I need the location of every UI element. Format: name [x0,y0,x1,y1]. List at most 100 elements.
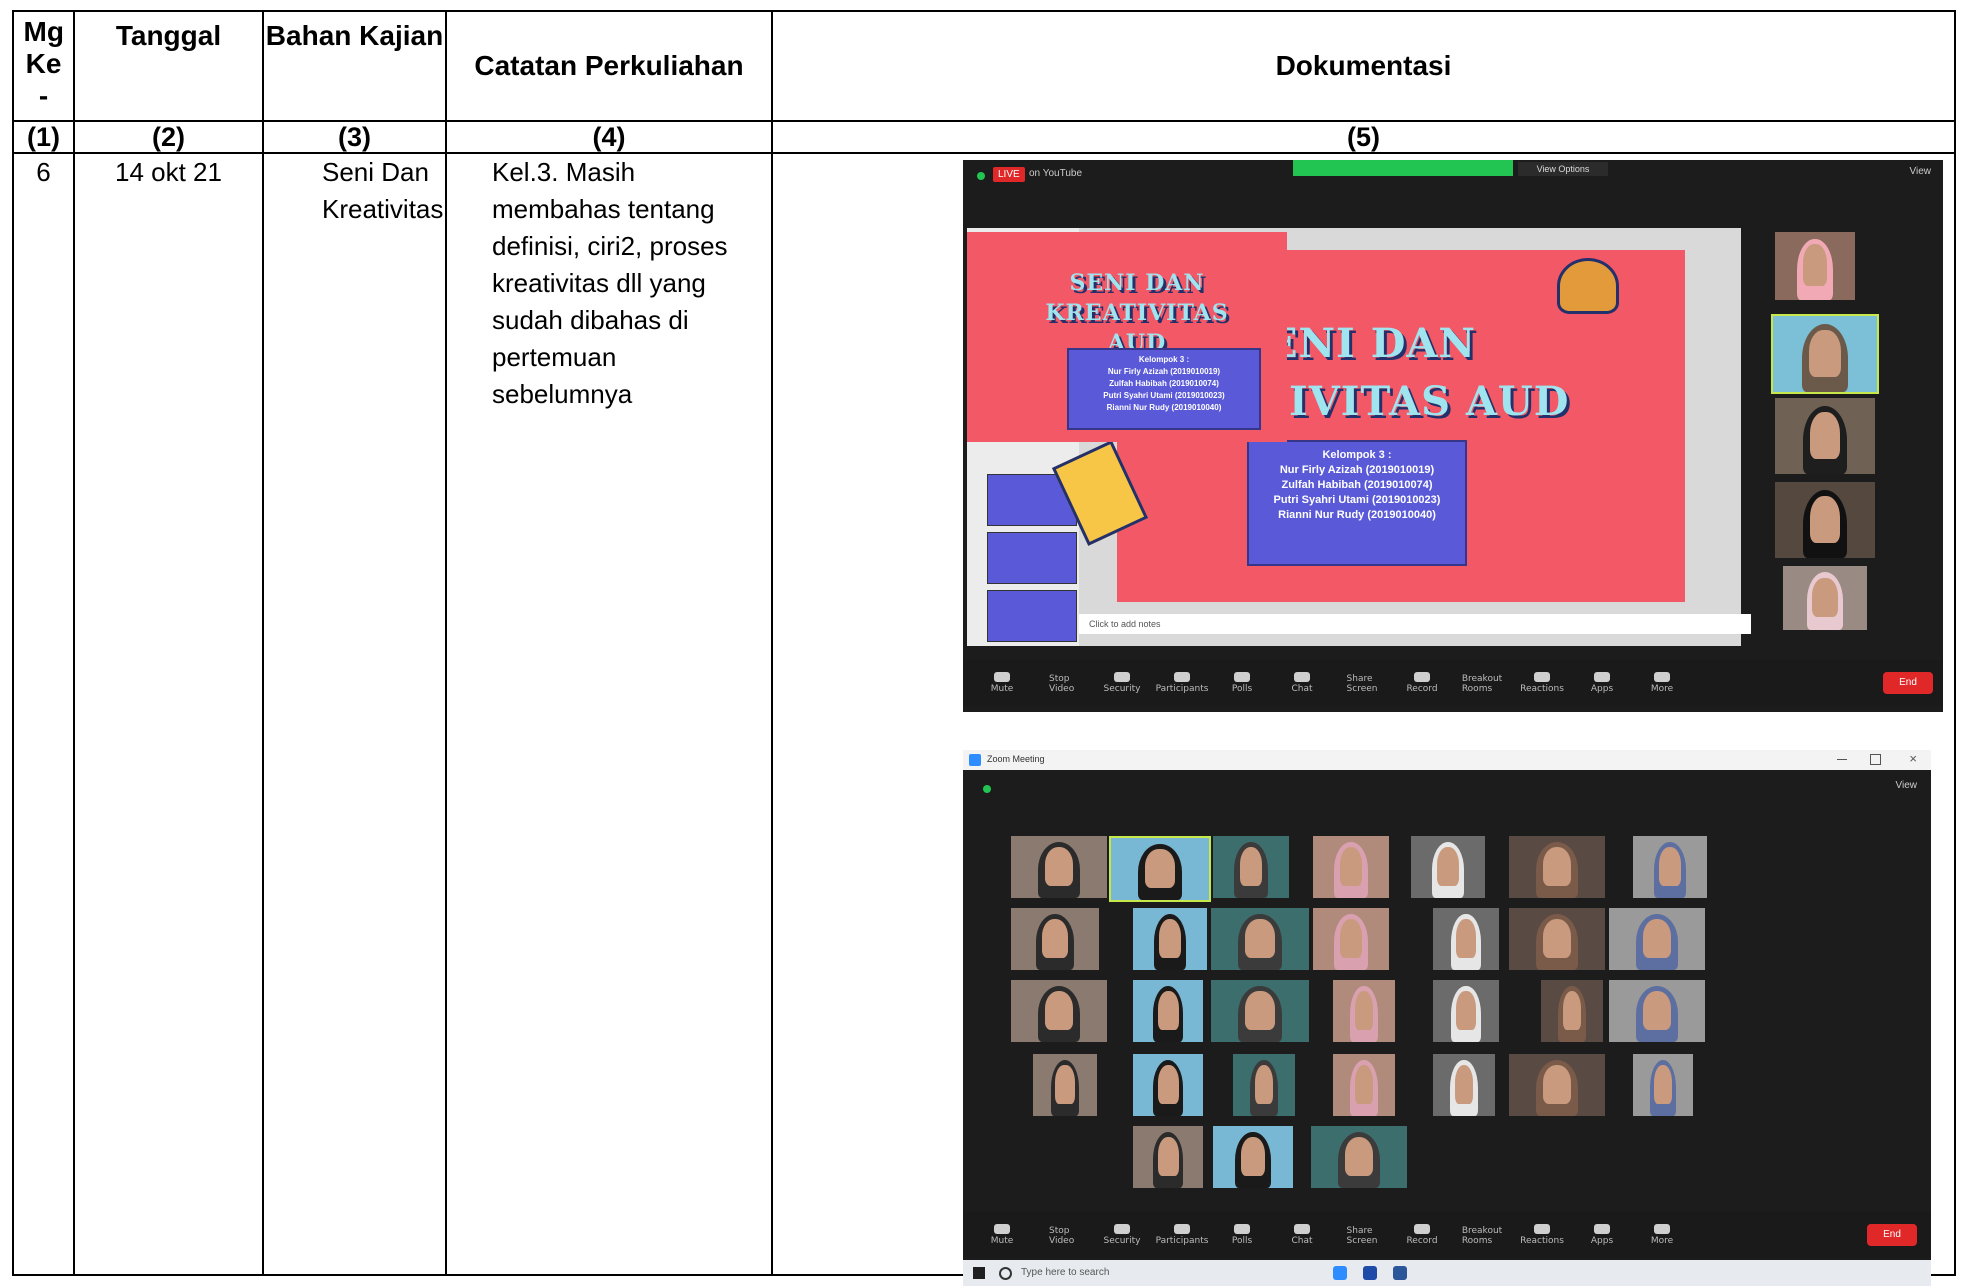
participant-tile[interactable] [1771,314,1879,394]
participant-tile[interactable] [1311,1126,1407,1188]
reactions-button[interactable]: Reactions [1520,672,1564,694]
shield-icon [1114,1224,1130,1234]
stop-video-button[interactable]: Stop Video [1049,1224,1075,1246]
participant-tile[interactable] [1509,836,1605,898]
stop-video-button[interactable]: Stop Video [1049,672,1075,694]
view-options-button[interactable]: View Options [1518,162,1608,176]
participant-tile[interactable] [1011,908,1099,970]
participant-face [1239,847,1263,886]
more-button[interactable]: More [1649,672,1675,694]
participant-tile[interactable] [1609,908,1705,970]
participant-tile[interactable] [1033,1054,1097,1116]
chat-button[interactable]: Chat [1289,1224,1315,1246]
reactions-button[interactable]: Reactions [1520,1224,1564,1246]
participant-tile[interactable] [1109,836,1211,902]
participant-tile[interactable] [1509,1054,1605,1116]
participant-tile[interactable] [1333,980,1395,1042]
security-button[interactable]: Security [1104,1224,1140,1246]
breakout-rooms-button[interactable]: Breakout Rooms [1462,672,1502,694]
member-name: Zulfah Habibah (2019010074) [1281,479,1433,491]
participant-tile[interactable] [1313,836,1389,898]
participant-tile[interactable] [1775,232,1855,300]
mute-button[interactable]: Mute [989,672,1015,694]
record-button[interactable]: Record [1406,1224,1438,1246]
emoji-icon [1534,672,1550,682]
apps-button[interactable]: Apps [1589,672,1615,694]
participants-button[interactable]: Participants [1156,672,1208,694]
participant-tile[interactable] [1433,980,1499,1042]
participant-face [1658,847,1682,886]
participant-tile[interactable] [1133,908,1207,970]
date-cell: 14 okt 21 [73,152,264,1276]
preview-member-name: Rianni Nur Rudy (2019010040) [1106,403,1222,412]
slide-thumbnail[interactable] [987,532,1077,584]
participant-tile[interactable] [1213,836,1289,898]
column-number-1: (1) [12,120,75,154]
participant-tile[interactable] [1211,908,1309,970]
participant-tile[interactable] [1011,980,1107,1042]
participant-tile[interactable] [1411,836,1485,898]
member-name: Nur Firly Azizah (2019010019) [1279,464,1435,476]
participant-face [1642,991,1672,1030]
participant-tile[interactable] [1211,980,1309,1042]
polls-button[interactable]: Polls [1229,1224,1255,1246]
polls-button[interactable]: Polls [1229,672,1255,694]
preview-member-name: Putri Syahri Utami (2019010023) [1103,391,1225,400]
poll-icon [1234,1224,1250,1234]
column-number-5: (5) [771,120,1956,154]
participant-tile[interactable] [1541,980,1603,1042]
share-screen-button[interactable]: Share Screen [1347,1224,1378,1246]
participant-tile[interactable] [1783,566,1867,630]
header-notes: Catatan Perkuliahan [445,10,773,122]
chat-icon [1294,1224,1310,1234]
chat-button[interactable]: Chat [1289,672,1315,694]
participant-tile[interactable] [1313,908,1389,970]
participant-tile[interactable] [1609,980,1705,1042]
participant-face [1354,991,1374,1030]
emoji-icon [1534,1224,1550,1234]
mute-button[interactable]: Mute [989,1224,1015,1246]
participant-tile[interactable] [1775,482,1875,558]
participant-tile[interactable] [1133,980,1203,1042]
participant-face [1157,1137,1179,1176]
share-screen-button[interactable]: Share Screen [1347,672,1378,694]
participant-tile[interactable] [1775,398,1875,474]
participant-tile[interactable] [1433,1054,1495,1116]
participants-button[interactable]: Participants [1156,1224,1208,1246]
notes-pane[interactable]: Click to add notes [1079,614,1751,634]
people-icon [1174,1224,1190,1234]
burger-sticker-icon [1557,258,1619,314]
participant-tile[interactable] [1433,908,1499,970]
windows-start-icon[interactable] [973,1267,985,1279]
participant-tile[interactable] [1133,1054,1203,1116]
view-button[interactable]: View [1910,166,1932,177]
breakout-rooms-button[interactable]: Breakout Rooms [1462,1224,1502,1246]
group-label: Kelompok 3 : [1322,449,1392,461]
participant-tile[interactable] [1233,1054,1295,1116]
shield-icon [1114,672,1130,682]
participant-face [1456,919,1476,958]
participant-tile[interactable] [1213,1126,1293,1188]
taskbar-app-icon[interactable] [1363,1266,1377,1280]
participant-tile[interactable] [1633,1054,1693,1116]
participant-tile[interactable] [1633,836,1707,898]
participant-tile[interactable] [1011,836,1107,898]
live-dot-icon [977,172,985,180]
participant-face [1354,1065,1374,1104]
participant-tile[interactable] [1509,908,1605,970]
security-button[interactable]: Security [1104,672,1140,694]
participant-tile[interactable] [1333,1054,1395,1116]
zoom-presentation-screenshot: LIVE on YouTube View Options View ENI DA… [963,160,1943,712]
participant-tile[interactable] [1133,1126,1203,1188]
record-button[interactable]: Record [1406,672,1438,694]
header-week-label: Mg Ke - [23,16,64,111]
taskbar-app-icon[interactable] [1333,1266,1347,1280]
microphone-icon [994,672,1010,682]
more-button[interactable]: More [1649,1224,1675,1246]
taskbar-search-input[interactable]: Type here to search [1021,1267,1109,1278]
slide-thumbnail[interactable] [987,590,1077,642]
apps-button[interactable]: Apps [1589,1224,1615,1246]
end-meeting-button[interactable]: End [1883,672,1933,694]
end-meeting-button[interactable]: End [1867,1224,1917,1246]
taskbar-app-icon[interactable] [1393,1266,1407,1280]
